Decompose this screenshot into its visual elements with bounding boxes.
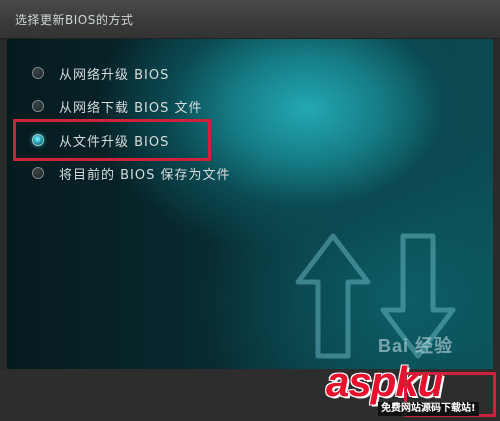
radio-icon[interactable] bbox=[32, 67, 44, 79]
dialog-titlebar: 选择更新BIOS的方式 bbox=[0, 0, 500, 39]
radio-icon[interactable] bbox=[32, 100, 44, 112]
option-network-download[interactable]: 从网络下载 BIOS 文件 bbox=[32, 97, 203, 116]
option-label: 从网络升级 BIOS bbox=[59, 67, 170, 83]
aspku-slogan: 免费网站源码下载站! bbox=[378, 402, 479, 416]
option-label: 从网络下载 BIOS 文件 bbox=[59, 100, 203, 116]
option-network-upgrade[interactable]: 从网络升级 BIOS bbox=[32, 64, 170, 83]
option-label: 将目前的 BIOS 保存为文件 bbox=[59, 167, 231, 183]
option-save-to-file[interactable]: 将目前的 BIOS 保存为文件 bbox=[32, 164, 231, 183]
bios-update-dialog: 选择更新BIOS的方式 从网络升级 BIOS 从网络下载 BIOS 文件 从文件… bbox=[0, 0, 500, 421]
radio-icon[interactable] bbox=[32, 167, 44, 179]
dialog-title: 选择更新BIOS的方式 bbox=[15, 13, 134, 27]
baidu-watermark: Bai 经验 bbox=[378, 336, 454, 356]
annotation-highlight-box bbox=[13, 119, 211, 161]
